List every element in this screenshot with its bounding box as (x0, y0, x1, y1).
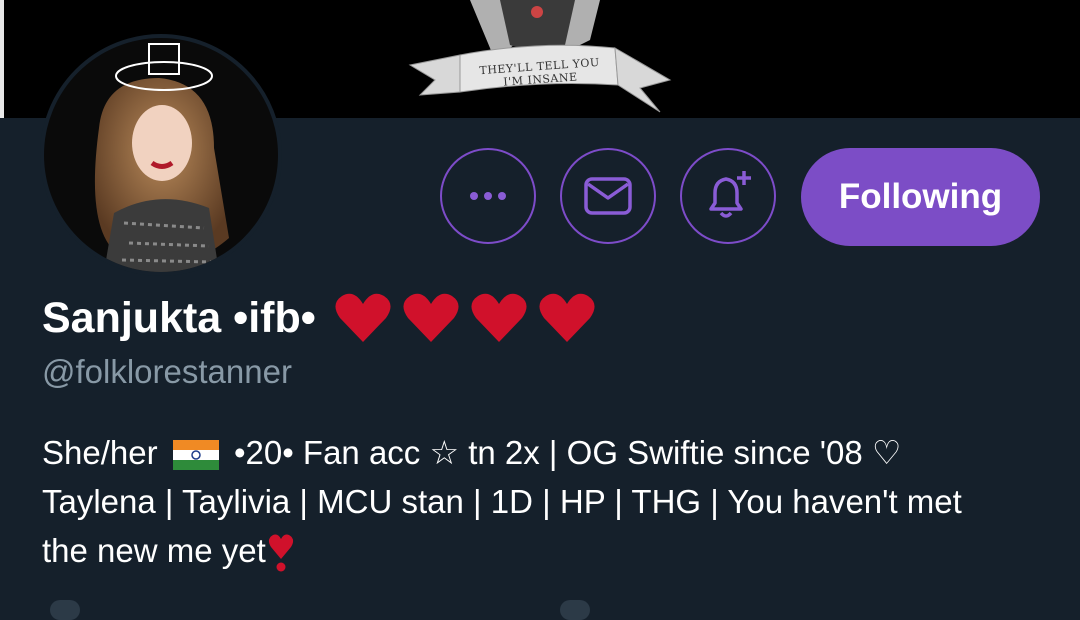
user-handle: @folklorestanner (42, 353, 292, 390)
more-options-button[interactable] (440, 148, 536, 244)
following-button[interactable]: Following (801, 148, 1040, 246)
calendar-icon (560, 600, 590, 620)
bio-line-2: Taylena | Taylivia | MCU stan | 1D | HP … (42, 483, 962, 520)
location-icon (50, 600, 80, 620)
red-exclamation-heart-icon (268, 534, 293, 572)
direct-message-button[interactable] (560, 148, 656, 244)
more-horizontal-icon (470, 192, 506, 200)
notifications-button[interactable] (680, 148, 776, 244)
envelope-icon (584, 177, 632, 215)
bio-line-3: the new me yet (42, 526, 1052, 575)
bell-plus-icon (709, 171, 751, 218)
heart-emojis (334, 292, 596, 344)
avatar-image (44, 38, 278, 272)
display-name-row: Sanjukta •ifb• (42, 288, 596, 348)
red-heart-icon (335, 293, 391, 342)
red-heart-icon (471, 293, 527, 342)
red-heart-icon (403, 293, 459, 342)
bio-pronouns: She/her (42, 434, 158, 471)
bio-line-1-text: •20• Fan acc ☆ tn 2x | OG Swiftie since … (233, 434, 902, 471)
display-name: Sanjukta •ifb• (42, 294, 316, 342)
bio-line-3-text: the new me yet (42, 532, 266, 569)
red-heart-icon (539, 293, 595, 342)
avatar[interactable] (40, 34, 282, 276)
profile-bio: She/her •20• Fan acc ☆ tn 2x | OG Swifti… (42, 428, 1052, 575)
bio-line-1: She/her •20• Fan acc ☆ tn 2x | OG Swifti… (42, 428, 1052, 477)
india-flag-icon (172, 440, 219, 471)
